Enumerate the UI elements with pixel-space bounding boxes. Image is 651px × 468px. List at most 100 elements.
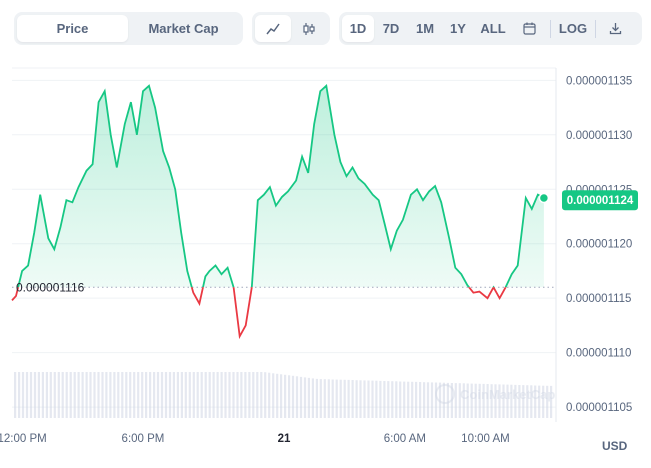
volume-bar xyxy=(343,379,346,418)
volume-bar xyxy=(184,372,187,418)
volume-bar xyxy=(121,372,124,418)
volume-bar xyxy=(29,372,33,418)
volume-bar xyxy=(335,379,338,418)
volume-bar xyxy=(295,376,299,418)
download-icon[interactable] xyxy=(600,15,630,42)
volume-bar xyxy=(363,380,366,418)
current-price-badge: 0.000001124 xyxy=(562,190,638,211)
toolbar-divider xyxy=(550,19,551,38)
volume-bar xyxy=(284,374,287,418)
range-all[interactable]: ALL xyxy=(474,15,512,42)
volume-bar xyxy=(57,372,60,418)
volume-bar xyxy=(299,376,303,418)
tab-price[interactable]: Price xyxy=(17,15,128,42)
tab-market-cap[interactable]: Market Cap xyxy=(128,15,239,42)
x-tick-label: 6:00 AM xyxy=(384,433,426,445)
y-tick-label: 0.000001110 xyxy=(566,348,631,360)
chart-style-toggle xyxy=(252,12,330,45)
log-scale-button[interactable]: LOG xyxy=(555,15,591,42)
volume-bar xyxy=(367,380,370,418)
volume-bar xyxy=(160,372,164,418)
volume-bar xyxy=(319,379,322,418)
volume-bar xyxy=(153,372,156,418)
volume-bar xyxy=(288,375,291,418)
volume-bar xyxy=(208,372,211,418)
volume-bar xyxy=(315,378,318,418)
volume-bar xyxy=(371,380,374,418)
volume-bar xyxy=(145,372,148,418)
volume-bar xyxy=(256,372,259,418)
volume-bar xyxy=(407,381,410,418)
volume-bar xyxy=(69,372,72,418)
volume-bar xyxy=(133,372,136,418)
volume-bar xyxy=(192,372,195,418)
y-tick-label: 0.000001115 xyxy=(566,293,631,305)
volume-bar xyxy=(37,372,40,418)
watermark-text: CoinMarketCap xyxy=(460,387,555,402)
volume-bar xyxy=(395,381,398,418)
volume-bar xyxy=(49,372,52,418)
range-1d[interactable]: 1D xyxy=(342,15,374,42)
volume-bar xyxy=(403,381,406,418)
volume-bar xyxy=(53,372,56,418)
volume-bar xyxy=(81,372,84,418)
calendar-icon[interactable] xyxy=(512,15,546,42)
volume-bar xyxy=(260,372,263,418)
range-7d[interactable]: 7D xyxy=(374,15,408,42)
volume-bar xyxy=(200,372,203,418)
volume-bar xyxy=(149,372,152,418)
volume-bar xyxy=(220,372,223,418)
volume-bar xyxy=(204,372,207,418)
candlestick-icon[interactable] xyxy=(291,15,327,42)
volume-bar xyxy=(176,372,179,418)
reference-price-label: 0.000001116 xyxy=(16,280,85,294)
volume-bar xyxy=(387,381,390,418)
volume-bar xyxy=(454,383,457,418)
volume-bar xyxy=(85,372,88,418)
volume-bar xyxy=(423,382,426,418)
volume-bar xyxy=(430,382,434,418)
range-1y[interactable]: 1Y xyxy=(442,15,474,42)
volume-bar xyxy=(196,372,199,418)
volume-bar xyxy=(33,372,37,418)
toolbar-divider xyxy=(595,19,596,38)
volume-bar xyxy=(14,372,17,418)
range-1m[interactable]: 1M xyxy=(408,15,442,42)
price-chart[interactable]: CoinMarketCap 0.0000011050.0000011100.00… xyxy=(0,60,651,450)
volume-bar xyxy=(347,379,350,418)
volume-bar xyxy=(307,377,310,418)
volume-bar xyxy=(109,372,112,418)
volume-bar xyxy=(291,375,295,418)
line-chart-icon[interactable] xyxy=(255,15,291,42)
y-tick-label: 0.000001120 xyxy=(566,239,632,251)
volume-bar xyxy=(359,380,362,418)
volume-bar xyxy=(89,372,92,418)
volume-bar xyxy=(339,379,342,418)
volume-bar xyxy=(252,372,255,418)
volume-bar xyxy=(93,372,96,418)
volume-bar xyxy=(180,372,183,418)
volume-bar xyxy=(442,382,445,418)
volume-bar xyxy=(351,380,354,418)
volume-bar xyxy=(426,382,430,418)
y-tick-label: 0.000001105 xyxy=(566,402,632,414)
x-tick-label: 21 xyxy=(278,433,291,445)
volume-bar xyxy=(129,372,132,418)
volume-bar xyxy=(331,379,334,418)
volume-bar xyxy=(399,381,402,418)
volume-bar xyxy=(224,372,227,418)
volume-bar xyxy=(446,382,449,418)
volume-bar xyxy=(264,372,267,418)
volume-bar xyxy=(232,372,235,418)
volume-bar xyxy=(419,382,422,418)
coinmarketcap-watermark: CoinMarketCap xyxy=(435,384,555,404)
y-axis-labels: 0.000001105 0.000001110 0.000001115 0.00000… xyxy=(566,75,632,414)
x-tick-label: 6:00 PM xyxy=(122,433,165,445)
volume-bar xyxy=(272,373,275,418)
volume-bar xyxy=(125,372,128,418)
current-price-dot xyxy=(538,192,550,204)
volume-bar xyxy=(327,379,330,418)
volume-bar xyxy=(41,372,44,418)
volume-bar xyxy=(240,372,243,418)
volume-bar xyxy=(248,372,251,418)
